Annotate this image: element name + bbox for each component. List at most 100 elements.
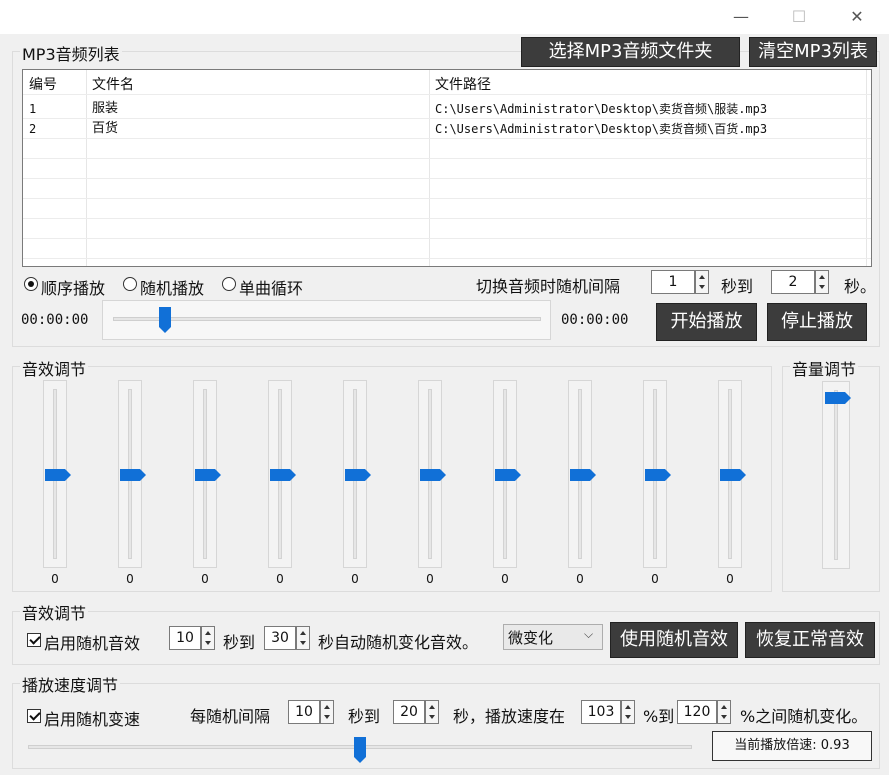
- radio-single-loop[interactable]: [222, 277, 236, 291]
- eq-slider-3[interactable]: [193, 380, 221, 568]
- effects-max-input[interactable]: 30: [264, 626, 296, 650]
- speed-group-label: 播放速度调节: [20, 672, 121, 696]
- eq-thumb-1[interactable]: [45, 469, 71, 481]
- table-row: [23, 139, 871, 159]
- eq-slider-8[interactable]: [568, 380, 596, 568]
- eq-slider-4[interactable]: [268, 380, 296, 568]
- eq-slider-9[interactable]: [643, 380, 671, 568]
- select-folder-button[interactable]: 选择MP3音频文件夹: [521, 37, 740, 67]
- eq-thumb-5[interactable]: [345, 469, 371, 481]
- speed-tail-label: %之间随机变化。: [740, 707, 868, 726]
- random-effects-checkbox[interactable]: [27, 633, 41, 647]
- interval-min-spinner[interactable]: [695, 270, 709, 294]
- table-row: [23, 239, 871, 259]
- speed-mid-label: 秒，播放速度在: [453, 707, 566, 726]
- table-row[interactable]: 1 服装 C:\Users\Administrator\Desktop\卖货音频…: [23, 99, 871, 119]
- random-speed-label[interactable]: 启用随机变速: [44, 706, 140, 730]
- volume-slider[interactable]: [822, 381, 851, 569]
- row-name: 服装: [92, 101, 119, 116]
- restore-effects-button[interactable]: 恢复正常音效: [745, 622, 875, 658]
- column-header-path[interactable]: 文件路径: [429, 75, 866, 95]
- close-icon[interactable]: ✕: [834, 0, 880, 34]
- eq-thumb-4[interactable]: [270, 469, 296, 481]
- column-header-name[interactable]: 文件名: [86, 75, 429, 95]
- table-row: [23, 219, 871, 239]
- maximize-icon[interactable]: ☐: [776, 0, 822, 34]
- eq-slider-10[interactable]: [718, 380, 746, 568]
- eq-value-10: 0: [726, 572, 734, 586]
- speed-max-sec-input[interactable]: 20: [393, 700, 425, 724]
- eq-thumb-9[interactable]: [645, 469, 671, 481]
- use-random-effects-button[interactable]: 使用随机音效: [610, 622, 738, 658]
- effects-max-spinner[interactable]: [296, 626, 310, 650]
- minimize-icon[interactable]: —: [718, 0, 764, 34]
- effects-min-spinner[interactable]: [201, 626, 215, 650]
- clear-list-button[interactable]: 清空MP3列表: [749, 37, 877, 67]
- row-path: C:\Users\Administrator\Desktop\卖货音频\百货.m…: [435, 122, 768, 136]
- table-row: [23, 159, 871, 179]
- eq-thumb-2[interactable]: [120, 469, 146, 481]
- effects-min-input[interactable]: 10: [169, 626, 201, 650]
- radio-random-label[interactable]: 随机播放: [140, 275, 204, 299]
- eq-value-3: 0: [201, 572, 209, 586]
- interval-max-spinner[interactable]: [815, 270, 829, 294]
- interval-to-label: 秒到: [721, 277, 754, 296]
- current-time: 00:00:00: [21, 312, 89, 328]
- volume-thumb[interactable]: [825, 392, 851, 404]
- effects-mode-value: 微变化: [508, 629, 554, 647]
- speed-min-pct-spinner[interactable]: [621, 700, 635, 724]
- speed-slider[interactable]: [20, 732, 700, 766]
- speed-max-pct-input[interactable]: 120: [677, 700, 717, 724]
- table-header: 编号 文件名 文件路径: [23, 75, 871, 95]
- interval-min-input[interactable]: 1: [651, 270, 695, 294]
- progress-slider[interactable]: [102, 300, 551, 340]
- table-row: [23, 199, 871, 219]
- row-name: 百货: [92, 121, 119, 136]
- eq-thumb-3[interactable]: [195, 469, 221, 481]
- eq-slider-1[interactable]: [43, 380, 71, 568]
- speed-thumb[interactable]: [354, 737, 366, 763]
- column-header-id[interactable]: 编号: [23, 75, 86, 95]
- speed-min-sec-spinner[interactable]: [320, 700, 334, 724]
- total-time: 00:00:00: [561, 312, 629, 328]
- speed-min-pct-input[interactable]: 103: [581, 700, 621, 724]
- row-id: 1: [29, 102, 37, 116]
- effects-suffix-label: 秒自动随机变化音效。: [318, 633, 479, 652]
- radio-sequential[interactable]: [24, 277, 38, 291]
- random-effects-label[interactable]: 启用随机音效: [44, 630, 140, 654]
- progress-groove: [113, 317, 541, 321]
- random-speed-checkbox[interactable]: [27, 709, 41, 723]
- table-row: [23, 179, 871, 199]
- table-row[interactable]: 2 百货 C:\Users\Administrator\Desktop\卖货音频…: [23, 119, 871, 139]
- radio-sequential-label[interactable]: 顺序播放: [41, 275, 105, 299]
- eq-value-1: 0: [51, 572, 59, 586]
- playlist-table[interactable]: 编号 文件名 文件路径 1 服装 C:\Users\Administrator\…: [22, 69, 872, 267]
- eq-thumb-10[interactable]: [720, 469, 746, 481]
- speed-max-sec-spinner[interactable]: [425, 700, 439, 724]
- eq-thumb-8[interactable]: [570, 469, 596, 481]
- start-play-button[interactable]: 开始播放: [656, 303, 757, 341]
- speed-pct-to-label: %到: [643, 707, 675, 726]
- progress-thumb[interactable]: [158, 307, 171, 333]
- effects-mode-select[interactable]: 微变化 ⌵: [503, 624, 603, 650]
- eq-value-6: 0: [426, 572, 434, 586]
- interval-max-input[interactable]: 2: [771, 270, 815, 294]
- radio-single-loop-label[interactable]: 单曲循环: [239, 275, 303, 299]
- eq-slider-5[interactable]: [343, 380, 371, 568]
- stop-play-button[interactable]: 停止播放: [767, 303, 867, 341]
- eq-value-7: 0: [501, 572, 509, 586]
- eq-thumb-6[interactable]: [420, 469, 446, 481]
- chevron-down-icon: ⌵: [584, 627, 594, 641]
- eq-slider-2[interactable]: [118, 380, 146, 568]
- interval-label: 切换音频时随机间隔: [476, 277, 621, 296]
- eq-value-5: 0: [351, 572, 359, 586]
- equalizer-group-label: 音效调节: [20, 356, 89, 380]
- eq-slider-6[interactable]: [418, 380, 446, 568]
- speed-min-sec-input[interactable]: 10: [288, 700, 320, 724]
- eq-thumb-7[interactable]: [495, 469, 521, 481]
- eq-slider-7[interactable]: [493, 380, 521, 568]
- speed-max-pct-spinner[interactable]: [717, 700, 731, 724]
- radio-random[interactable]: [123, 277, 137, 291]
- row-id: 2: [29, 122, 37, 136]
- volume-group-label: 音量调节: [790, 356, 859, 380]
